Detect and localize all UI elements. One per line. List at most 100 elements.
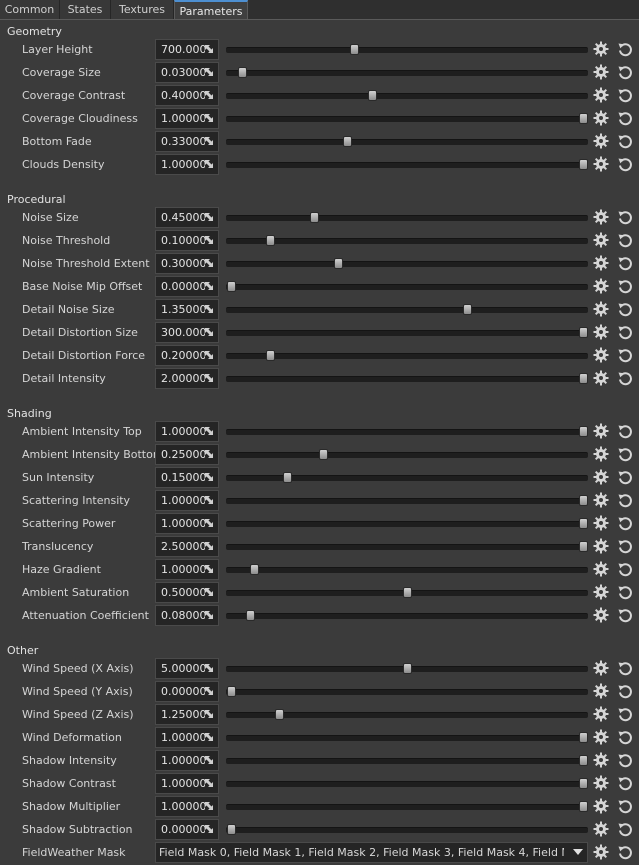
reset-icon[interactable] <box>617 64 634 81</box>
reset-icon[interactable] <box>617 706 634 723</box>
value-field[interactable]: 0.00000 <box>155 819 219 840</box>
value-field[interactable]: 0.10000 <box>155 230 219 251</box>
slider-track[interactable] <box>226 564 588 575</box>
reset-icon[interactable] <box>617 798 634 815</box>
slider-track[interactable] <box>226 235 588 246</box>
expand-arrow-icon[interactable] <box>203 777 215 789</box>
value-text[interactable]: 0.00000 <box>161 823 205 837</box>
slider-thumb[interactable] <box>579 495 588 506</box>
slider-thumb[interactable] <box>227 686 236 697</box>
value-text[interactable]: 0.25000 <box>161 448 205 462</box>
value-text[interactable]: 1.00000 <box>161 494 205 508</box>
reset-icon[interactable] <box>617 87 634 104</box>
value-field[interactable]: 0.03000 <box>155 62 219 83</box>
slider-thumb[interactable] <box>227 281 236 292</box>
slider-thumb[interactable] <box>403 663 412 674</box>
reset-icon[interactable] <box>617 584 634 601</box>
slider-thumb[interactable] <box>579 426 588 437</box>
reset-icon[interactable] <box>617 156 634 173</box>
gear-icon[interactable] <box>593 324 609 340</box>
expand-arrow-icon[interactable] <box>203 349 215 361</box>
value-field[interactable]: 0.25000 <box>155 444 219 465</box>
slider-track[interactable] <box>226 732 588 743</box>
expand-arrow-icon[interactable] <box>203 708 215 720</box>
slider-thumb[interactable] <box>579 778 588 789</box>
value-text[interactable]: 2.50000 <box>161 540 205 554</box>
value-field[interactable]: 700.000 <box>155 39 219 60</box>
gear-icon[interactable] <box>593 446 609 462</box>
expand-arrow-icon[interactable] <box>203 372 215 384</box>
gear-icon[interactable] <box>593 844 609 860</box>
reset-icon[interactable] <box>617 469 634 486</box>
expand-arrow-icon[interactable] <box>203 494 215 506</box>
gear-icon[interactable] <box>593 515 609 531</box>
gear-icon[interactable] <box>593 423 609 439</box>
tab-states[interactable]: States <box>60 0 111 19</box>
expand-arrow-icon[interactable] <box>203 563 215 575</box>
expand-arrow-icon[interactable] <box>203 586 215 598</box>
slider-thumb[interactable] <box>249 564 259 575</box>
value-field[interactable]: 1.35000 <box>155 299 219 320</box>
slider-track[interactable] <box>226 709 588 720</box>
slider-thumb[interactable] <box>579 801 588 812</box>
slider-thumb[interactable] <box>403 587 412 598</box>
value-text[interactable]: 5.00000 <box>161 662 205 676</box>
slider-track[interactable] <box>226 449 588 460</box>
slider-track[interactable] <box>226 686 588 697</box>
expand-arrow-icon[interactable] <box>203 731 215 743</box>
value-text[interactable]: 1.00000 <box>161 425 205 439</box>
value-text[interactable]: 700.000 <box>161 43 205 57</box>
expand-arrow-icon[interactable] <box>203 448 215 460</box>
slider-track[interactable] <box>226 587 588 598</box>
slider-thumb[interactable] <box>462 304 472 315</box>
slider-thumb[interactable] <box>343 136 353 147</box>
gear-icon[interactable] <box>593 370 609 386</box>
value-field[interactable]: 0.15000 <box>155 467 219 488</box>
value-field[interactable]: 1.00000 <box>155 559 219 580</box>
reset-icon[interactable] <box>617 133 634 150</box>
slider-thumb[interactable] <box>579 755 588 766</box>
gear-icon[interactable] <box>593 255 609 271</box>
reset-icon[interactable] <box>617 561 634 578</box>
expand-arrow-icon[interactable] <box>203 257 215 269</box>
value-text[interactable]: 1.00000 <box>161 112 205 126</box>
reset-icon[interactable] <box>617 683 634 700</box>
value-text[interactable]: 0.30000 <box>161 257 205 271</box>
value-text[interactable]: 1.00000 <box>161 731 205 745</box>
slider-thumb[interactable] <box>579 373 588 384</box>
slider-thumb[interactable] <box>227 824 236 835</box>
slider-track[interactable] <box>226 159 588 170</box>
reset-icon[interactable] <box>617 423 634 440</box>
value-field[interactable]: 1.00000 <box>155 108 219 129</box>
reset-icon[interactable] <box>617 492 634 509</box>
expand-arrow-icon[interactable] <box>203 89 215 101</box>
value-field[interactable]: 0.00000 <box>155 276 219 297</box>
expand-arrow-icon[interactable] <box>203 609 215 621</box>
reset-icon[interactable] <box>617 110 634 127</box>
expand-arrow-icon[interactable] <box>203 823 215 835</box>
value-field[interactable]: 0.33000 <box>155 131 219 152</box>
slider-thumb[interactable] <box>579 159 588 170</box>
gear-icon[interactable] <box>593 706 609 722</box>
expand-arrow-icon[interactable] <box>203 517 215 529</box>
reset-icon[interactable] <box>617 660 634 677</box>
slider-thumb[interactable] <box>283 472 293 483</box>
slider-track[interactable] <box>226 518 588 529</box>
slider-track[interactable] <box>226 327 588 338</box>
value-text[interactable]: 1.25000 <box>161 708 205 722</box>
value-field[interactable]: 1.00000 <box>155 796 219 817</box>
reset-icon[interactable] <box>617 446 634 463</box>
gear-icon[interactable] <box>593 41 609 57</box>
slider-thumb[interactable] <box>367 90 377 101</box>
slider-thumb[interactable] <box>309 212 319 223</box>
reset-icon[interactable] <box>617 752 634 769</box>
gear-icon[interactable] <box>593 232 609 248</box>
value-field[interactable]: 0.30000 <box>155 253 219 274</box>
slider-track[interactable] <box>226 824 588 835</box>
slider-track[interactable] <box>226 258 588 269</box>
slider-thumb[interactable] <box>318 449 328 460</box>
value-field[interactable]: 0.40000 <box>155 85 219 106</box>
slider-track[interactable] <box>226 426 588 437</box>
tab-parameters[interactable]: Parameters <box>174 0 248 19</box>
slider-thumb[interactable] <box>579 113 588 124</box>
